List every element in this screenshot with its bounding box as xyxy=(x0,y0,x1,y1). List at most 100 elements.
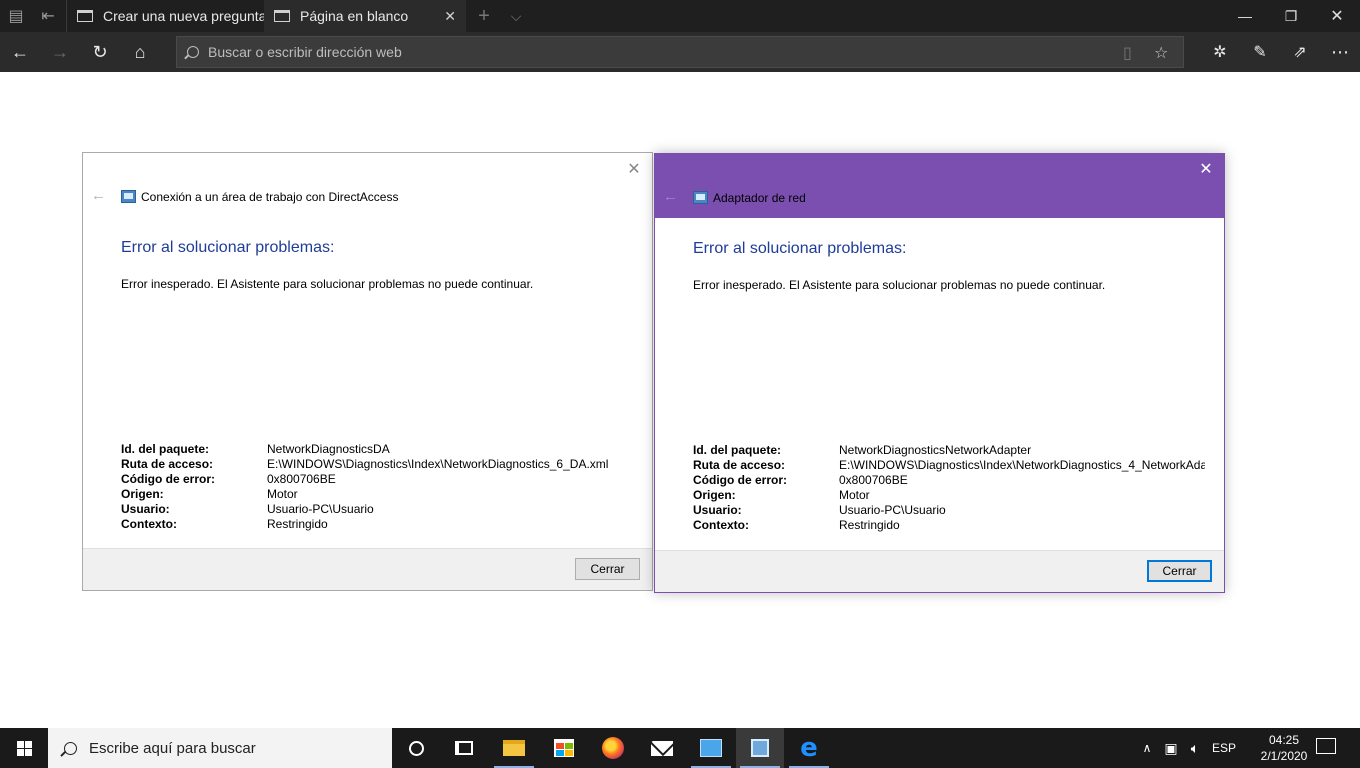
dialog-title: Conexión a un área de trabajo con Direct… xyxy=(141,190,399,204)
search-icon xyxy=(187,46,199,58)
firefox-icon xyxy=(602,737,624,759)
detail-value: E:\WINDOWS\Diagnostics\Index\NetworkDiag… xyxy=(267,457,609,471)
language-indicator[interactable]: ESP xyxy=(1210,728,1238,768)
detail-key: Usuario: xyxy=(693,503,742,517)
tab-pagina-en-blanco[interactable]: Página en blanco ✕ xyxy=(264,0,466,32)
tab-preview-chevron-icon[interactable]: ⌵ xyxy=(500,0,532,32)
troubleshooter-dialog-directaccess: ✕ ← Conexión a un área de trabajo con Di… xyxy=(82,152,653,591)
taskbar-search-box[interactable] xyxy=(48,728,392,768)
detail-row: Código de error: 0x800706BE xyxy=(121,472,633,487)
home-icon[interactable]: ⌂ xyxy=(120,32,160,72)
detail-value: Motor xyxy=(839,488,870,502)
detail-value: NetworkDiagnosticsDA xyxy=(267,442,390,456)
error-heading: Error al solucionar problemas: xyxy=(693,240,907,257)
restore-tabs-icon[interactable]: ⇤ xyxy=(32,0,64,32)
close-button[interactable]: Cerrar xyxy=(1147,560,1212,582)
edge-button[interactable]: e xyxy=(785,728,833,768)
task-view-button[interactable] xyxy=(440,728,488,768)
close-icon[interactable]: ✕ xyxy=(1192,155,1220,183)
troubleshooter-icon xyxy=(693,191,708,204)
page-icon xyxy=(274,10,290,22)
detail-row: Usuario: Usuario-PC\Usuario xyxy=(693,503,1205,518)
clock-time: 04:25 xyxy=(1268,733,1300,747)
clock[interactable]: 04:25 2/1/2020 xyxy=(1254,732,1314,764)
dialog-header: ✕ ← Adaptador de red xyxy=(655,154,1224,218)
taskbar-search-input[interactable] xyxy=(89,739,389,757)
detail-key: Origen: xyxy=(121,487,164,501)
detail-row: Usuario: Usuario-PC\Usuario xyxy=(121,502,633,517)
minimize-icon[interactable]: ― xyxy=(1222,0,1268,32)
task-view-icon xyxy=(455,741,473,755)
troubleshooter-icon xyxy=(751,739,769,757)
action-center-icon[interactable] xyxy=(1316,738,1336,754)
detail-key: Id. del paquete: xyxy=(121,442,210,456)
detail-key: Ruta de acceso: xyxy=(693,458,786,472)
detail-key: Contexto: xyxy=(121,517,177,531)
store-button[interactable] xyxy=(540,728,588,768)
favorite-star-icon[interactable]: ☆ xyxy=(1154,43,1168,63)
close-button[interactable]: Cerrar xyxy=(575,558,640,580)
folder-icon xyxy=(503,740,525,756)
detail-key: Código de error: xyxy=(693,473,788,487)
browser-nav-bar: ← → ↻ ⌂ ▯ ☆ ✲ ✎ ⇗ ⋯ xyxy=(0,32,1360,72)
detail-value: Usuario-PC\Usuario xyxy=(267,502,374,516)
dialog-title: Adaptador de red xyxy=(713,191,806,205)
tabs-aside-icon[interactable]: ▤ xyxy=(0,0,32,32)
network-icon[interactable]: ▣ xyxy=(1160,728,1182,768)
tab-label: Página en blanco xyxy=(300,8,409,24)
detail-row: Contexto: Restringido xyxy=(693,518,1205,533)
back-arrow-icon[interactable]: ← xyxy=(91,187,106,204)
control-panel-icon xyxy=(700,739,722,757)
detail-value: Usuario-PC\Usuario xyxy=(839,503,946,517)
dialog-header: ✕ ← Conexión a un área de trabajo con Di… xyxy=(83,153,652,217)
file-explorer-button[interactable] xyxy=(490,728,538,768)
dialog-footer: Cerrar xyxy=(655,550,1224,592)
detail-row: Origen: Motor xyxy=(121,487,633,502)
error-details: Id. del paquete: NetworkDiagnosticsDA Rut… xyxy=(121,442,633,532)
favorites-hub-icon[interactable]: ✲ xyxy=(1200,32,1240,72)
refresh-icon[interactable]: ↻ xyxy=(80,32,120,72)
detail-row: Código de error: 0x800706BE xyxy=(693,473,1205,488)
firefox-button[interactable] xyxy=(589,728,637,768)
windows-logo-icon xyxy=(16,740,32,756)
clock-date: 2/1/2020 xyxy=(1260,749,1308,763)
close-tab-icon[interactable]: ✕ xyxy=(444,8,456,25)
troubleshooter-taskbar-button[interactable] xyxy=(736,728,784,768)
mail-icon xyxy=(651,740,673,756)
address-input[interactable] xyxy=(208,44,1088,60)
start-button[interactable] xyxy=(0,728,48,768)
web-note-pen-icon[interactable]: ✎ xyxy=(1240,32,1280,72)
back-arrow-icon[interactable]: ← xyxy=(0,32,40,72)
edge-icon: e xyxy=(800,733,818,763)
detail-value: Restringido xyxy=(267,517,328,531)
back-arrow-icon[interactable]: ← xyxy=(663,188,678,205)
close-window-icon[interactable]: ✕ xyxy=(1314,0,1360,32)
tab-crear-pregunta[interactable]: Crear una nueva pregunta c xyxy=(66,0,264,32)
close-icon[interactable]: ✕ xyxy=(620,155,648,183)
volume-icon[interactable]: 🔈︎ xyxy=(1184,728,1206,768)
dialog-footer: Cerrar xyxy=(83,548,652,590)
new-tab-icon[interactable]: + xyxy=(468,0,500,32)
mail-button[interactable] xyxy=(638,728,686,768)
cortana-icon xyxy=(408,740,424,756)
share-icon[interactable]: ⇗ xyxy=(1280,32,1320,72)
restore-icon[interactable]: ❐ xyxy=(1268,0,1314,32)
reading-view-icon[interactable]: ▯ xyxy=(1123,43,1132,63)
cortana-button[interactable] xyxy=(392,728,440,768)
error-message: Error inesperado. El Asistente para solu… xyxy=(693,278,1106,292)
browser-tab-bar: ▤ ⇤ Crear una nueva pregunta c Página en… xyxy=(0,0,1360,32)
detail-value: E:\WINDOWS\Diagnostics\Index\NetworkDiag… xyxy=(839,458,1205,472)
control-panel-button[interactable] xyxy=(687,728,735,768)
troubleshooter-dialog-network-adapter: ✕ ← Adaptador de red Error al solucionar… xyxy=(654,153,1225,593)
forward-arrow-icon[interactable]: → xyxy=(40,32,80,72)
detail-value: Motor xyxy=(267,487,298,501)
more-options-icon[interactable]: ⋯ xyxy=(1320,32,1360,72)
detail-row: Origen: Motor xyxy=(693,488,1205,503)
detail-value: NetworkDiagnosticsNetworkAdapter xyxy=(839,443,1032,457)
error-details: Id. del paquete: NetworkDiagnosticsNetwor… xyxy=(693,443,1205,533)
troubleshooter-icon xyxy=(121,190,136,203)
address-bar[interactable]: ▯ ☆ xyxy=(176,36,1184,68)
show-hidden-icons-chevron-icon[interactable]: ∧ xyxy=(1138,728,1156,768)
detail-value: 0x800706BE xyxy=(839,473,908,487)
detail-row: Id. del paquete: NetworkDiagnosticsDA xyxy=(121,442,633,457)
